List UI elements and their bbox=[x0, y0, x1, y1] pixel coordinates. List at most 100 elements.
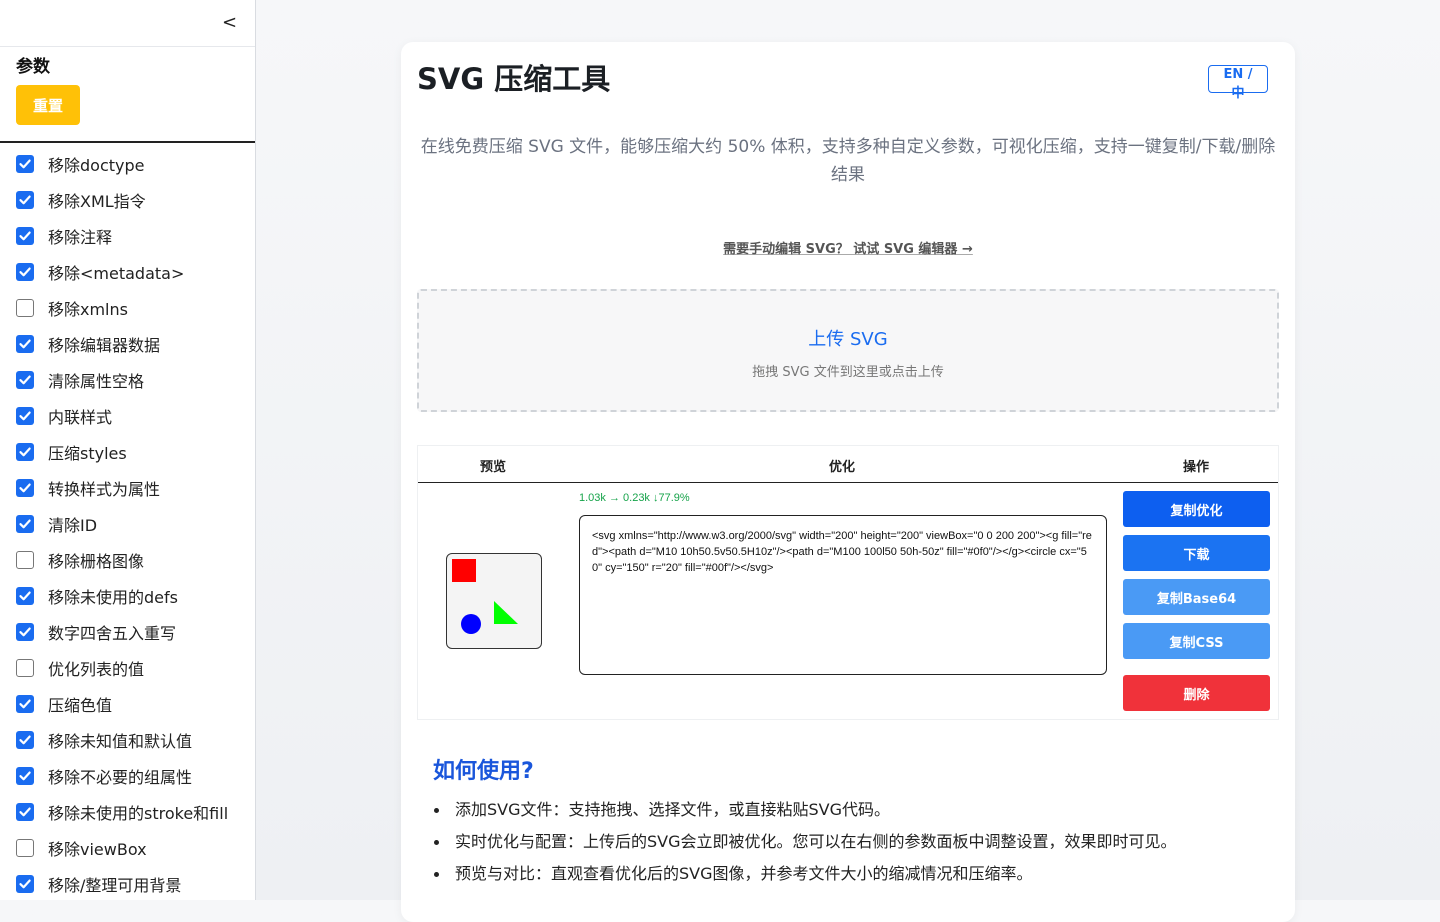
option-label: 移除未知值和默认值 bbox=[48, 732, 193, 751]
copy-base64-button[interactable]: 复制Base64 bbox=[1123, 579, 1270, 615]
option-checkbox[interactable] bbox=[16, 371, 34, 389]
option-label: 移除viewBox bbox=[48, 840, 147, 859]
red-square bbox=[452, 559, 476, 582]
option-checkbox[interactable] bbox=[16, 227, 34, 245]
option-checkbox[interactable] bbox=[16, 479, 34, 497]
option-label: 清除ID bbox=[48, 516, 98, 535]
blue-circle bbox=[461, 614, 481, 634]
option-checkbox[interactable] bbox=[16, 335, 34, 353]
check-icon bbox=[19, 231, 31, 241]
svg-preview bbox=[446, 553, 542, 649]
option-label: 压缩styles bbox=[48, 444, 127, 463]
option-checkbox[interactable] bbox=[16, 695, 34, 713]
option-label: 内联样式 bbox=[48, 408, 113, 427]
option-label: 移除doctype bbox=[48, 156, 145, 175]
option-row[interactable]: 压缩色值 bbox=[16, 686, 228, 722]
option-label: 数字四舍五入重写 bbox=[48, 624, 177, 643]
option-row[interactable]: 移除viewBox bbox=[16, 830, 228, 866]
check-icon bbox=[19, 411, 31, 421]
option-row[interactable]: 清除属性空格 bbox=[16, 362, 228, 398]
delete-button[interactable]: 删除 bbox=[1123, 675, 1270, 711]
check-icon bbox=[19, 519, 31, 529]
check-icon bbox=[19, 627, 31, 637]
how-to-title: 如何使用? bbox=[433, 759, 534, 784]
copy-css-button[interactable]: 复制CSS bbox=[1123, 623, 1270, 659]
upload-dropzone[interactable]: 上传 SVG 拖拽 SVG 文件到这里或点击上传 bbox=[417, 289, 1279, 412]
check-icon bbox=[19, 735, 31, 745]
params-title: 参数 bbox=[16, 57, 50, 77]
option-checkbox[interactable] bbox=[16, 155, 34, 173]
option-row[interactable]: 移除未使用的stroke和fill bbox=[16, 794, 228, 830]
option-row[interactable]: 移除未使用的defs bbox=[16, 578, 228, 614]
option-row[interactable]: 优化列表的值 bbox=[16, 650, 228, 686]
option-checkbox[interactable] bbox=[16, 803, 34, 821]
check-icon bbox=[19, 807, 31, 817]
option-checkbox[interactable] bbox=[16, 587, 34, 605]
check-icon bbox=[19, 375, 31, 385]
option-row[interactable]: 移除doctype bbox=[16, 146, 228, 182]
language-toggle-button[interactable]: EN / 中 bbox=[1208, 65, 1268, 101]
option-row[interactable]: 移除不必要的组属性 bbox=[16, 758, 228, 794]
option-row[interactable]: 移除/整理可用背景 bbox=[16, 866, 228, 900]
collapse-sidebar-button[interactable]: < bbox=[222, 12, 237, 33]
option-row[interactable]: 清除ID bbox=[16, 506, 228, 542]
page-title: SVG 压缩工具 bbox=[417, 62, 611, 96]
option-row[interactable]: 移除编辑器数据 bbox=[16, 326, 228, 362]
header-actions: 操作 bbox=[1183, 460, 1210, 475]
upload-title: 上传 SVG bbox=[808, 329, 888, 350]
option-checkbox[interactable] bbox=[16, 443, 34, 461]
option-label: 移除未使用的defs bbox=[48, 588, 178, 607]
option-row[interactable]: 移除<metadata> bbox=[16, 254, 228, 290]
option-label: 移除XML指令 bbox=[48, 192, 146, 211]
option-checkbox[interactable] bbox=[16, 875, 34, 893]
option-checkbox[interactable] bbox=[16, 767, 34, 785]
option-row[interactable]: 移除栅格图像 bbox=[16, 542, 228, 578]
how-to-item: 添加SVG文件：支持拖拽、选择文件，或直接粘贴SVG代码。 bbox=[433, 798, 1273, 830]
option-label: 移除未使用的stroke和fill bbox=[48, 804, 229, 823]
optimized-code-box[interactable]: <svg xmlns="http://www.w3.org/2000/svg" … bbox=[579, 515, 1107, 675]
compression-ratio: 1.03k → 0.23k ↓77.9% bbox=[579, 492, 690, 504]
option-checkbox[interactable] bbox=[16, 659, 34, 677]
main-card: SVG 压缩工具 EN / 中 在线免费压缩 SVG 文件，能够压缩大约 50%… bbox=[401, 42, 1295, 922]
check-icon bbox=[19, 339, 31, 349]
header-preview: 预览 bbox=[480, 460, 507, 475]
option-row[interactable]: 压缩styles bbox=[16, 434, 228, 470]
option-label: 移除编辑器数据 bbox=[48, 336, 161, 355]
option-label: 压缩色值 bbox=[48, 696, 113, 715]
check-icon bbox=[19, 159, 31, 169]
option-row[interactable]: 内联样式 bbox=[16, 398, 228, 434]
reset-button[interactable]: 重置 bbox=[16, 85, 80, 125]
editor-link-wrap: 需要手动编辑 SVG？ 试试 SVG 编辑器 → bbox=[401, 238, 1295, 257]
option-checkbox[interactable] bbox=[16, 407, 34, 425]
table-header-divider bbox=[418, 482, 1278, 483]
svg-editor-link[interactable]: 需要手动编辑 SVG？ 试试 SVG 编辑器 → bbox=[723, 242, 973, 257]
option-checkbox[interactable] bbox=[16, 515, 34, 533]
option-row[interactable]: 移除XML指令 bbox=[16, 182, 228, 218]
option-checkbox[interactable] bbox=[16, 263, 34, 281]
option-label: 优化列表的值 bbox=[48, 660, 145, 679]
option-row[interactable]: 移除xmlns bbox=[16, 290, 228, 326]
option-label: 移除不必要的组属性 bbox=[48, 768, 193, 787]
option-row[interactable]: 移除未知值和默认值 bbox=[16, 722, 228, 758]
check-icon bbox=[19, 447, 31, 457]
option-checkbox[interactable] bbox=[16, 623, 34, 641]
option-checkbox[interactable] bbox=[16, 839, 34, 857]
option-row[interactable]: 转换样式为属性 bbox=[16, 470, 228, 506]
option-checkbox[interactable] bbox=[16, 731, 34, 749]
check-icon bbox=[19, 591, 31, 601]
results-table: 预览 优化 操作 1.03k → 0.23k ↓77.9% <svg xmlns… bbox=[417, 445, 1279, 720]
upload-hint: 拖拽 SVG 文件到这里或点击上传 bbox=[752, 365, 944, 380]
option-checkbox[interactable] bbox=[16, 191, 34, 209]
option-row[interactable]: 移除注释 bbox=[16, 218, 228, 254]
how-to-item: 实时优化与配置：上传后的SVG会立即被优化。您可以在右侧的参数面板中调整设置，效… bbox=[433, 830, 1273, 862]
how-to-item: 预览与对比：直观查看优化后的SVG图像，并参考文件大小的缩减情况和压缩率。 bbox=[433, 862, 1273, 894]
copy-optimized-button[interactable]: 复制优化 bbox=[1123, 491, 1270, 527]
check-icon bbox=[19, 771, 31, 781]
option-checkbox[interactable] bbox=[16, 551, 34, 569]
option-row[interactable]: 数字四舍五入重写 bbox=[16, 614, 228, 650]
option-label: 移除栅格图像 bbox=[48, 552, 145, 571]
how-to-list: 添加SVG文件：支持拖拽、选择文件，或直接粘贴SVG代码。 实时优化与配置：上传… bbox=[433, 798, 1273, 894]
download-button[interactable]: 下载 bbox=[1123, 535, 1270, 571]
option-label: 移除注释 bbox=[48, 228, 113, 247]
option-checkbox[interactable] bbox=[16, 299, 34, 317]
